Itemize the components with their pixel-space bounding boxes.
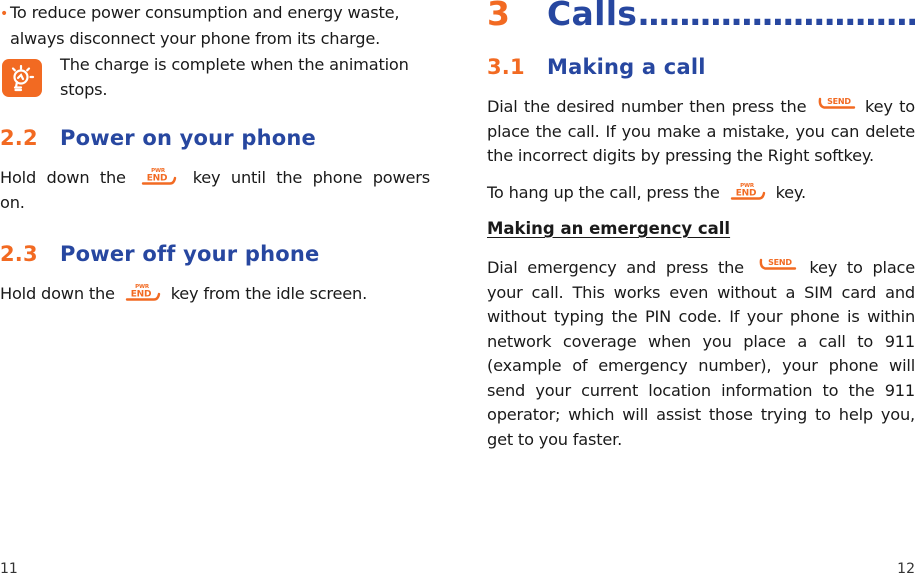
text-segment: Hold down the <box>0 284 115 303</box>
emergency-call-paragraph: Dial emergency and press the SEND key to… <box>487 256 915 452</box>
power-off-paragraph: Hold down the PWR END key from the idle … <box>0 282 430 307</box>
chapter-heading: 3 Calls............................... <box>487 0 915 33</box>
bullet-line-1: To reduce power consumption and energy w… <box>10 3 400 22</box>
text-segment: Hold down the <box>0 168 126 187</box>
tip-line-2: stops. <box>60 79 108 99</box>
section-title: Power on your phone <box>60 126 316 150</box>
hang-up-paragraph: To hang up the call, press the PWR END k… <box>487 181 915 206</box>
power-on-paragraph: Hold down the PWR END key until the phon… <box>0 166 430 215</box>
making-call-paragraph: Dial the desired number then press the S… <box>487 95 915 169</box>
section-heading-2-3: 2.3 Power off your phone <box>0 242 319 266</box>
bullet-paragraph: • To reduce power consumption and energy … <box>0 1 432 51</box>
section-heading-3-1: 3.1 Making a call <box>487 55 706 79</box>
page-number-right: 12 <box>897 561 915 577</box>
text-segment: Dial the desired number then press the <box>487 97 807 116</box>
svg-text:END: END <box>147 174 168 184</box>
bullet-icon: • <box>0 6 9 22</box>
chapter-number: 3 <box>487 0 511 33</box>
text-segment: To hang up the call, press the <box>487 183 720 202</box>
svg-text:END: END <box>130 290 151 300</box>
section-number: 2.2 <box>0 126 38 150</box>
svg-text:SEND: SEND <box>768 258 792 267</box>
tip-line-1: The charge is complete when the animatio… <box>60 55 409 74</box>
text-segment: key. <box>775 183 807 202</box>
send-key-icon: SEND <box>756 256 798 276</box>
end-power-key-icon: PWR END <box>727 181 769 201</box>
lightbulb-icon <box>2 59 42 97</box>
section-number: 2.3 <box>0 242 38 266</box>
text-segment: key from the idle screen. <box>170 284 368 303</box>
bullet-line-2: always disconnect your phone from its ch… <box>10 28 381 48</box>
text-segment: Dial emergency and press the <box>487 258 744 277</box>
send-key-icon: SEND <box>815 95 857 115</box>
end-power-key-icon: PWR END <box>138 166 180 186</box>
chapter-leader-dots: ............................... <box>637 0 915 33</box>
right-page: 3 Calls............................... 3.… <box>487 0 915 578</box>
end-power-key-icon: PWR END <box>122 282 164 302</box>
section-number: 3.1 <box>487 55 525 79</box>
svg-text:SEND: SEND <box>827 97 851 106</box>
section-title: Power off your phone <box>60 242 320 266</box>
chapter-title: Calls <box>547 0 638 33</box>
text-segment: key to place your call. This works even … <box>487 258 915 449</box>
svg-text:END: END <box>735 189 756 199</box>
page-number-left: 11 <box>0 561 18 577</box>
section-title: Making a call <box>547 55 706 79</box>
emergency-call-heading: Making an emergency call <box>487 219 731 238</box>
left-page: • To reduce power consumption and energy … <box>0 0 430 578</box>
tip-text: The charge is complete when the animatio… <box>60 53 430 102</box>
section-heading-2-2: 2.2 Power on your phone <box>0 126 316 150</box>
